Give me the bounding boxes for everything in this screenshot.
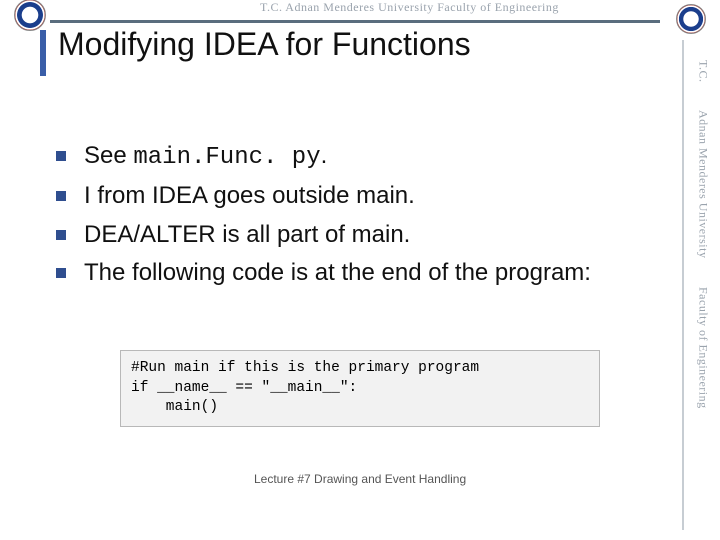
list-item: I from IDEA goes outside main. (56, 180, 640, 212)
banner-right: T.C. Adnan Menderes University Faculty o… (690, 60, 716, 530)
bullet-square-icon (56, 151, 66, 161)
bullet-text: DEA/ALTER is all part of main. (84, 219, 640, 251)
banner-top: T.C. Adnan Menderes University Faculty o… (0, 0, 720, 18)
bullet-square-icon (56, 268, 66, 278)
banner-right-seg: T.C. (696, 60, 711, 82)
code-line: #Run main if this is the primary program (131, 360, 479, 376)
title-block: Modifying IDEA for Functions (40, 26, 471, 76)
bullet-text: I from IDEA goes outside main. (84, 180, 640, 212)
list-item: The following code is at the end of the … (56, 257, 640, 289)
banner-right-seg: Faculty of Engineering (696, 287, 711, 409)
bullet-code: main.Func. py (133, 144, 320, 171)
right-rule (682, 40, 684, 530)
footer-text: Lecture #7 Drawing and Event Handling (254, 472, 484, 487)
bullet-pre: See (84, 142, 133, 169)
code-line: main() (131, 399, 218, 415)
university-emblem-right-icon (676, 4, 706, 34)
list-item: DEA/ALTER is all part of main. (56, 219, 640, 251)
page-title: Modifying IDEA for Functions (58, 26, 471, 63)
bullet-list: See main.Func. py. I from IDEA goes outs… (56, 140, 640, 296)
bullet-text: The following code is at the end of the … (84, 257, 640, 289)
bullet-post: . (321, 142, 328, 169)
banner-right-seg: Adnan Menderes University (696, 110, 711, 258)
bullet-square-icon (56, 230, 66, 240)
bullet-square-icon (56, 191, 66, 201)
slide: T.C. Adnan Menderes University Faculty o… (0, 0, 720, 540)
title-accent-bar (40, 30, 46, 76)
code-block: #Run main if this is the primary program… (120, 350, 600, 427)
banner-top-text: T.C. Adnan Menderes University Faculty o… (260, 0, 559, 15)
list-item: See main.Func. py. (56, 140, 640, 174)
title-rule (50, 20, 660, 23)
code-line: if __name__ == "__main__": (131, 380, 357, 396)
bullet-text: See main.Func. py. (84, 140, 640, 174)
